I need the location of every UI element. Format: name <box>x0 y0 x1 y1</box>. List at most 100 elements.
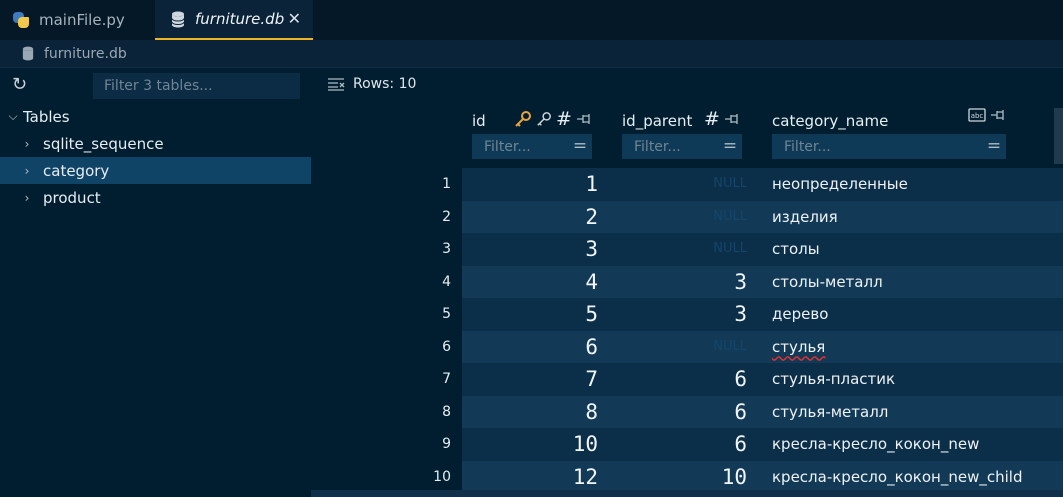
cell-id-parent[interactable]: NULL <box>611 201 747 233</box>
cell-id-parent[interactable]: 3 <box>611 298 747 330</box>
cell-category-name[interactable]: кресла-кресло_кокон_new_child <box>772 461 1062 493</box>
table-row[interactable]: 8 8 6 стулья-металл <box>311 395 1063 428</box>
text-type-icon: abc <box>968 108 986 122</box>
filter-operator-icon[interactable]: = <box>718 134 742 159</box>
tab-mainfile[interactable]: mainFile.py <box>0 0 155 40</box>
cell-id[interactable]: 10 <box>462 428 598 460</box>
table-row[interactable]: 9 10 6 кресла-кресло_кокон_new <box>311 428 1063 461</box>
row-number: 6 <box>442 338 451 355</box>
chevron-right-icon: › <box>24 136 30 151</box>
column-header-id[interactable]: id <box>472 112 486 130</box>
cell-id-parent[interactable]: 6 <box>611 428 747 460</box>
sidebar-item-sqlite-sequence[interactable]: › sqlite_sequence <box>0 130 311 157</box>
horizontal-scrollbar[interactable] <box>311 490 1063 497</box>
tab-label: mainFile.py <box>39 11 125 29</box>
column-header-id-parent[interactable]: id_parent <box>622 112 692 130</box>
hash-icon: # <box>556 108 572 130</box>
tab-furniture-db[interactable]: furniture.db ✕ <box>155 0 313 40</box>
primary-key-icon <box>515 111 531 127</box>
cell-category-name[interactable]: стулья-пластик <box>772 363 1062 395</box>
table-row[interactable]: 3 3 NULL столы <box>311 233 1063 266</box>
row-number: 8 <box>442 403 451 420</box>
rows-count-label: Rows: 10 <box>353 76 417 92</box>
breadcrumb: furniture.db <box>0 40 1063 68</box>
pin-icon[interactable] <box>724 112 740 126</box>
row-number: 10 <box>433 468 451 485</box>
chevron-right-icon: › <box>24 163 30 178</box>
cell-id-parent[interactable]: 6 <box>611 396 747 428</box>
chevron-down-icon: ⌵ <box>8 109 18 123</box>
chevron-right-icon: › <box>24 190 30 205</box>
row-number: 7 <box>442 371 451 387</box>
table-row[interactable]: 7 7 6 стулья-пластик <box>311 363 1063 396</box>
python-icon <box>12 11 30 29</box>
sidebar-item-label: sqlite_sequence <box>43 134 164 153</box>
cell-id[interactable]: 12 <box>462 461 598 493</box>
table-row[interactable]: 10 12 10 кресла-кресло_кокон_new_child <box>311 460 1063 493</box>
sidebar-item-label: product <box>43 188 101 207</box>
rows-count: Rows: 10 <box>327 76 416 92</box>
sidebar-item-product[interactable]: › product <box>0 184 311 211</box>
column-header-category-name[interactable]: category_name <box>772 112 888 130</box>
sidebar: ↻ ⌵ Tables › sqlite_sequence › category … <box>0 68 311 497</box>
hash-icon: # <box>704 108 720 130</box>
cell-id[interactable]: 7 <box>462 363 598 395</box>
filter-tables-input[interactable] <box>93 73 300 99</box>
table-row[interactable]: 6 6 NULL стулья <box>311 330 1063 363</box>
cell-id[interactable]: 6 <box>462 331 598 363</box>
row-number: 9 <box>442 436 451 452</box>
sidebar-item-category[interactable]: › category <box>0 157 311 184</box>
table-row[interactable]: 5 5 3 дерево <box>311 298 1063 331</box>
vertical-scrollbar[interactable] <box>1054 108 1063 164</box>
row-number: 4 <box>442 273 451 290</box>
cell-id[interactable]: 5 <box>462 298 598 330</box>
cell-category-name[interactable]: стулья <box>772 331 1062 363</box>
data-grid: Rows: 10 id # = id_parent # = category_n… <box>311 68 1063 497</box>
cell-id-parent[interactable]: NULL <box>611 168 747 200</box>
row-number: 3 <box>442 241 451 257</box>
table-row[interactable]: 2 2 NULL изделия <box>311 200 1063 233</box>
cell-id[interactable]: 2 <box>462 201 598 233</box>
cell-category-name[interactable]: столы-металл <box>772 266 1062 298</box>
column-category-name-icons: abc <box>968 108 1006 122</box>
cell-id[interactable]: 3 <box>462 233 598 265</box>
sidebar-item-label: category <box>43 161 110 180</box>
cell-category-name[interactable]: столы <box>772 233 1062 265</box>
tab-label: furniture.db <box>195 10 285 28</box>
row-number: 1 <box>442 176 451 192</box>
table-row[interactable]: 4 4 3 столы-металл <box>311 265 1063 298</box>
database-icon <box>22 46 34 61</box>
cell-category-name[interactable]: стулья-металл <box>772 396 1062 428</box>
tree-root-tables[interactable]: ⌵ Tables <box>0 103 311 130</box>
tab-bar: mainFile.py furniture.db ✕ <box>0 0 1063 40</box>
column-id-parent-icons: # <box>704 108 740 130</box>
refresh-icon[interactable]: ↻ <box>12 74 27 95</box>
cell-id[interactable]: 1 <box>462 168 598 200</box>
filter-id-input[interactable] <box>472 134 570 159</box>
rows-icon[interactable] <box>327 77 345 91</box>
cell-id-parent[interactable]: 10 <box>611 461 747 493</box>
cell-id[interactable]: 8 <box>462 396 598 428</box>
close-icon[interactable]: ✕ <box>288 9 301 28</box>
pin-icon[interactable] <box>576 112 592 126</box>
filter-operator-icon[interactable]: = <box>982 134 1006 159</box>
cell-category-name[interactable]: изделия <box>772 201 1062 233</box>
cell-category-name[interactable]: неопределенные <box>772 168 1062 200</box>
cell-id[interactable]: 4 <box>462 266 598 298</box>
cell-category-name[interactable]: кресла-кресло_кокон_new <box>772 428 1062 460</box>
pin-icon[interactable] <box>990 108 1006 122</box>
row-number: 5 <box>442 306 451 322</box>
filter-id-parent-input[interactable] <box>622 134 720 159</box>
table-row[interactable]: 1 1 NULL неопределенные <box>311 168 1063 201</box>
database-icon <box>171 11 185 27</box>
cell-category-name[interactable]: дерево <box>772 298 1062 330</box>
column-id-icons: # <box>514 108 592 130</box>
cell-id-parent[interactable]: 6 <box>611 363 747 395</box>
cell-id-parent[interactable]: NULL <box>611 331 747 363</box>
filter-operator-icon[interactable]: = <box>568 134 592 159</box>
cell-id-parent[interactable]: 3 <box>611 266 747 298</box>
svg-text:abc: abc <box>971 112 984 120</box>
filter-category-name-input[interactable] <box>772 134 992 159</box>
cell-id-parent[interactable]: NULL <box>611 233 747 265</box>
breadcrumb-label[interactable]: furniture.db <box>44 46 127 62</box>
